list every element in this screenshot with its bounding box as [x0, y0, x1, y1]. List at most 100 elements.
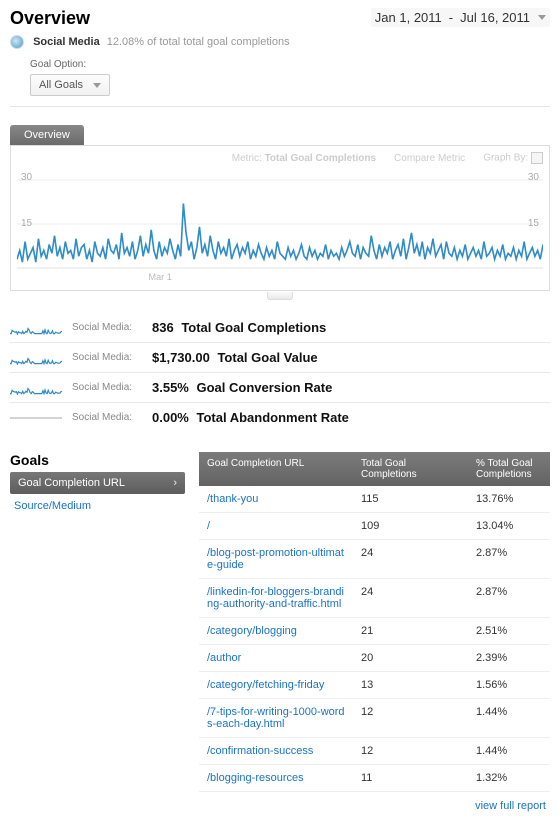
- sparkline: [10, 411, 62, 425]
- goal-url-link[interactable]: /: [207, 520, 210, 532]
- goal-url-link[interactable]: /linkedin-for-bloggers-branding-authorit…: [207, 586, 344, 610]
- table-row: /category/fetching-friday 131.56%: [199, 672, 550, 699]
- goal-url-link[interactable]: /confirmation-success: [207, 745, 313, 757]
- goal-total: 13: [353, 672, 468, 698]
- metric-row: Social Media: $1,730.00 Total Goal Value: [10, 347, 550, 368]
- sidebar-item-source-medium[interactable]: Source/Medium: [10, 494, 185, 512]
- goals-title: Goals: [10, 452, 185, 468]
- metric-label: Total Goal Completions: [178, 320, 327, 335]
- goal-pct: 2.51%: [468, 618, 550, 644]
- metric-label: Goal Conversion Rate: [193, 380, 332, 395]
- graph-by-label: Graph By:: [483, 153, 528, 164]
- sidebar-item-label: Goal Completion URL: [18, 477, 125, 489]
- metrics-list: Social Media:836 Total Goal CompletionsS…: [10, 317, 550, 428]
- graph-by-selector[interactable]: Graph By:: [483, 152, 543, 164]
- table-row: /category/blogging 212.51%: [199, 618, 550, 645]
- metric-value: $1,730.00: [152, 350, 210, 365]
- goal-total: 21: [353, 618, 468, 644]
- col-header-total[interactable]: Total Goal Completions: [353, 452, 468, 486]
- goal-pct: 1.32%: [468, 765, 550, 791]
- col-header-url[interactable]: Goal Completion URL: [199, 452, 353, 486]
- chevron-right-icon: ›: [173, 477, 177, 489]
- goal-pct: 1.44%: [468, 699, 550, 737]
- metric-value: 0.00%: [152, 410, 189, 425]
- goal-total: 20: [353, 645, 468, 671]
- goal-pct: 2.39%: [468, 645, 550, 671]
- date-range-picker[interactable]: Jan 1, 2011 - Jul 16, 2011: [371, 8, 550, 27]
- goal-pct: 13.04%: [468, 513, 550, 539]
- date-end: Jul 16, 2011: [460, 10, 530, 25]
- segment-dot-icon: [10, 35, 24, 49]
- divider: [10, 402, 550, 403]
- view-full-report-link[interactable]: view full report: [475, 800, 546, 812]
- goal-url-link[interactable]: /category/blogging: [207, 625, 297, 637]
- sparkline: [10, 351, 62, 365]
- goal-url-link[interactable]: /7-tips-for-writing-1000-words-each-day.…: [207, 706, 345, 730]
- y-tick-left-15: 15: [21, 218, 32, 229]
- col-header-pct[interactable]: % Total Goal Completions: [468, 452, 550, 486]
- svg-text:Mar 1: Mar 1: [148, 272, 171, 282]
- metric-row: Social Media: 836 Total Goal Completions: [10, 317, 550, 338]
- goal-total: 109: [353, 513, 468, 539]
- goal-total: 24: [353, 579, 468, 617]
- goal-pct: 13.76%: [468, 486, 550, 512]
- sparkline: [10, 321, 62, 335]
- page-title: Overview: [10, 8, 90, 29]
- table-row: /blogging-resources111.32%: [199, 765, 550, 792]
- goal-url-link[interactable]: /author: [207, 652, 241, 664]
- date-start: Jan 1, 2011: [375, 10, 442, 25]
- chevron-down-icon: [93, 83, 101, 88]
- graph-by-option-icon: [531, 152, 543, 164]
- divider: [10, 106, 550, 107]
- goal-pct: 2.87%: [468, 540, 550, 578]
- y-tick-left-30: 30: [21, 172, 32, 183]
- tab-overview[interactable]: Overview: [10, 125, 84, 145]
- goal-url-link[interactable]: /blog-post-promotion-ultimate-guide: [207, 547, 344, 571]
- goals-table: Goal Completion URL Total Goal Completio…: [199, 452, 550, 816]
- goal-pct: 1.44%: [468, 738, 550, 764]
- table-row: / 10913.04%: [199, 513, 550, 540]
- metric-segment: Social Media:: [72, 382, 142, 393]
- goal-total: 12: [353, 699, 468, 737]
- metric-label: Total Abandonment Rate: [193, 410, 349, 425]
- goal-url-link[interactable]: /thank-you: [207, 493, 258, 505]
- goal-total: 115: [353, 486, 468, 512]
- date-separator: -: [449, 10, 453, 25]
- metric-segment: Social Media:: [72, 352, 142, 363]
- metric-label: Metric:: [232, 153, 262, 164]
- goal-option-dropdown[interactable]: All Goals: [30, 74, 110, 96]
- metric-row: Social Media: 3.55% Goal Conversion Rate: [10, 377, 550, 398]
- metric-value: Total Goal Completions: [265, 153, 376, 164]
- table-row: /blog-post-promotion-ultimate-guide 242.8…: [199, 540, 550, 579]
- line-chart: Mar 1: [17, 168, 543, 288]
- metric-value: 836: [152, 320, 174, 335]
- goal-pct: 1.56%: [468, 672, 550, 698]
- table-header: Goal Completion URL Total Goal Completio…: [199, 452, 550, 486]
- divider: [10, 342, 550, 343]
- table-row: /thank-you 11513.76%: [199, 486, 550, 513]
- divider: [10, 372, 550, 373]
- table-row: /confirmation-success 121.44%: [199, 738, 550, 765]
- goal-url-link[interactable]: /blogging-resources: [207, 772, 304, 784]
- goal-option-selected: All Goals: [39, 79, 83, 91]
- metric-label: Total Goal Value: [214, 350, 318, 365]
- compare-metric-selector[interactable]: Compare Metric: [394, 153, 465, 164]
- metric-selector[interactable]: Metric: Total Goal Completions: [232, 153, 376, 164]
- chart-container: Metric: Total Goal Completions Compare M…: [10, 145, 550, 291]
- goal-total: 12: [353, 738, 468, 764]
- metric-segment: Social Media:: [72, 412, 142, 423]
- metric-segment: Social Media:: [72, 322, 142, 333]
- segment-note: 12.08% of total total goal completions: [107, 36, 290, 48]
- table-row: /author 202.39%: [199, 645, 550, 672]
- metric-value: 3.55%: [152, 380, 189, 395]
- goal-url-link[interactable]: /category/fetching-friday: [207, 679, 324, 691]
- goal-total: 24: [353, 540, 468, 578]
- goal-option-label: Goal Option:: [30, 59, 560, 70]
- sidebar-item-goal-completion-url[interactable]: Goal Completion URL ›: [10, 472, 185, 494]
- goal-pct: 2.87%: [468, 579, 550, 617]
- chart-resize-handle[interactable]: [0, 289, 560, 303]
- y-tick-right-30: 30: [528, 172, 539, 183]
- chart-area[interactable]: 30 30 15 15 Mar 1: [17, 168, 543, 288]
- segment-name[interactable]: Social Media: [33, 36, 100, 48]
- chevron-down-icon: [538, 15, 546, 20]
